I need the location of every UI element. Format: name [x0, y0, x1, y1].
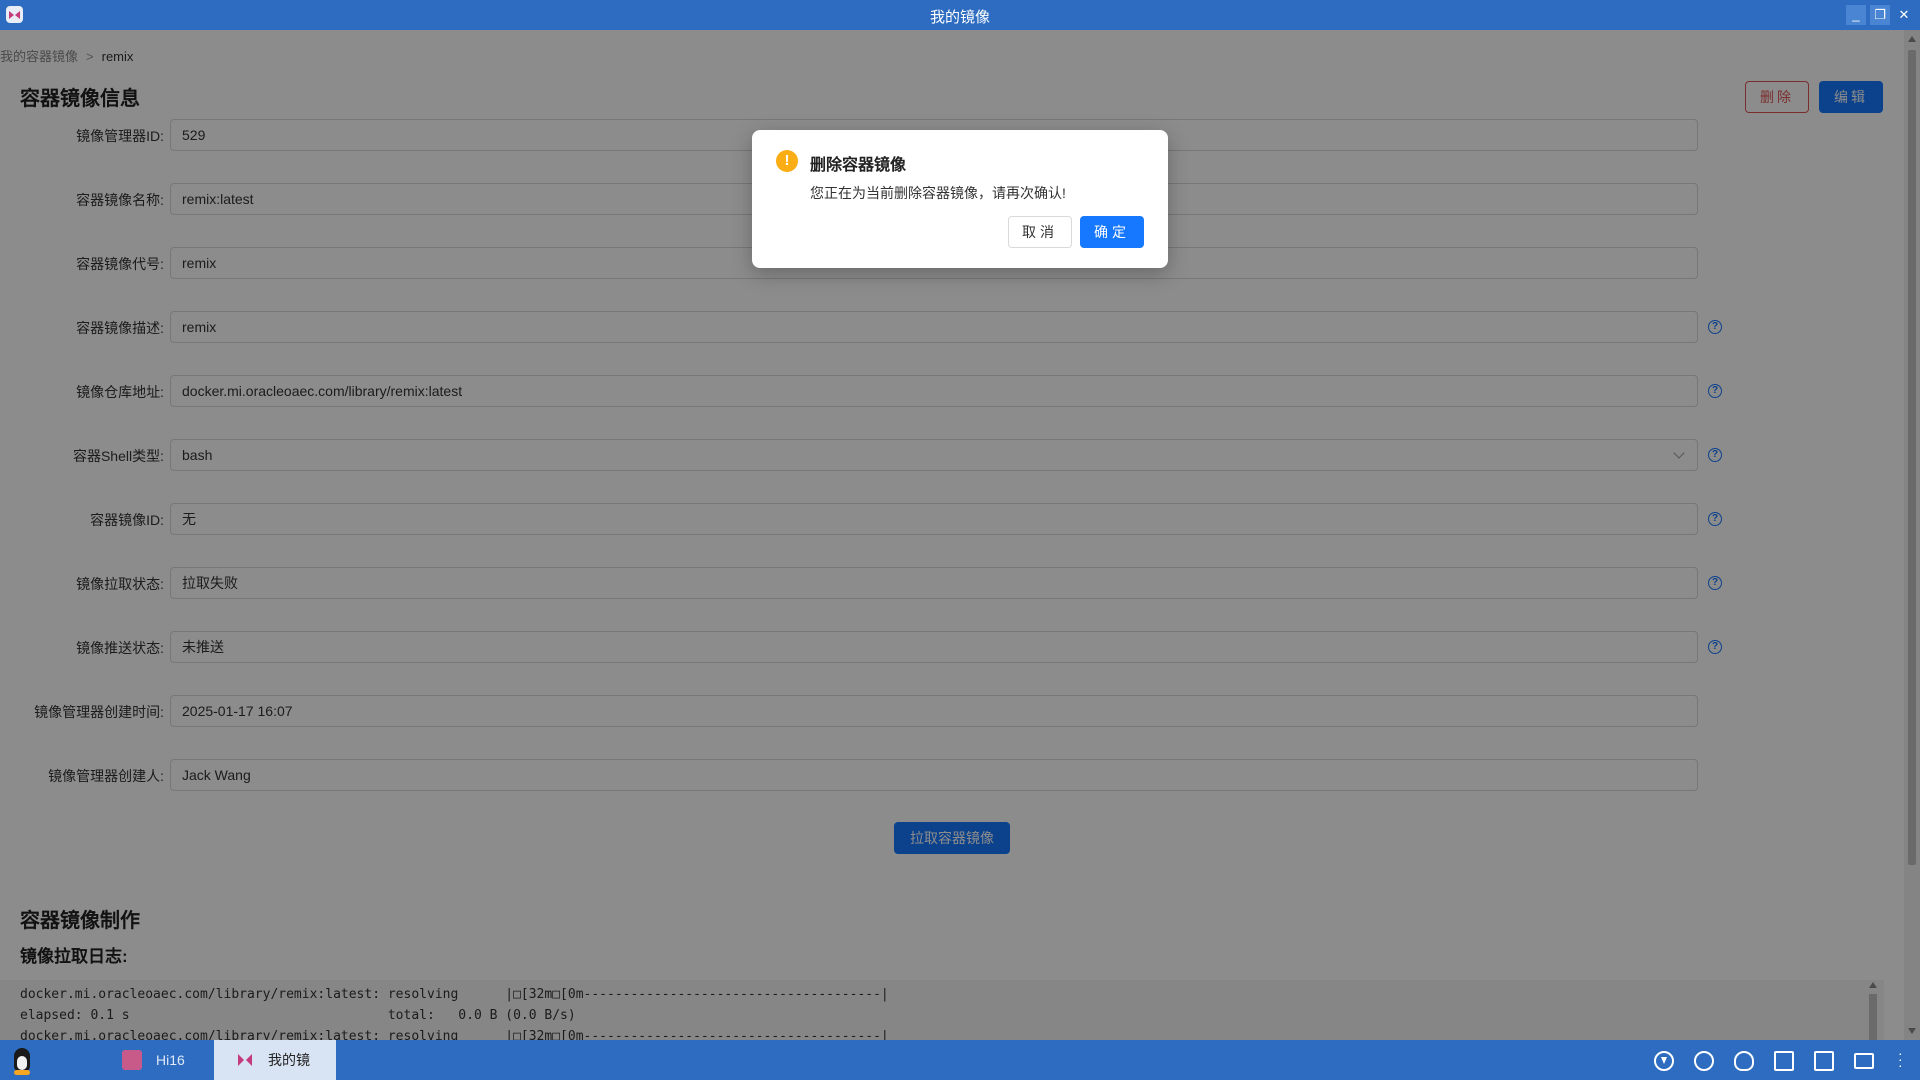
minimize-icon[interactable]: _ — [1846, 5, 1866, 25]
restore-icon[interactable]: ❐ — [1870, 5, 1890, 25]
app-icon — [238, 1054, 252, 1066]
start-menu-icon[interactable] — [6, 1044, 38, 1076]
dialog-message: 您正在为当前删除容器镜像，请再次确认! — [810, 185, 1066, 201]
more-icon[interactable]: · · · — [1898, 1046, 1903, 1072]
confirm-button[interactable]: 确定 — [1080, 216, 1144, 248]
title-bar: 我的镜像 _ ❐ ✕ — [0, 0, 1920, 30]
window-title: 我的镜像 — [929, 9, 990, 26]
taskbar: Hi16 我的镜 · · · — [0, 1040, 1920, 1080]
download-icon[interactable] — [1654, 1051, 1674, 1071]
cancel-button[interactable]: 取消 — [1008, 216, 1072, 248]
close-icon[interactable]: ✕ — [1894, 5, 1914, 25]
wechat-icon[interactable] — [1734, 1051, 1754, 1071]
network-icon[interactable] — [1694, 1051, 1714, 1071]
dialog-title: 删除容器镜像 — [810, 157, 907, 174]
app-icon — [122, 1050, 142, 1070]
document-icon[interactable] — [1774, 1051, 1794, 1071]
taskbar-item-label: Hi16 — [156, 1052, 185, 1068]
confirm-delete-dialog: ! 删除容器镜像 您正在为当前删除容器镜像，请再次确认! 取消 确定 — [752, 130, 1168, 268]
modal-overlay[interactable]: ! 删除容器镜像 您正在为当前删除容器镜像，请再次确认! 取消 确定 — [0, 30, 1920, 1040]
taskbar-item-active[interactable]: 我的镜 — [214, 1040, 336, 1080]
taskbar-item-label: 我的镜 — [268, 1052, 310, 1068]
chat-icon[interactable] — [1814, 1051, 1834, 1071]
warning-icon: ! — [776, 150, 798, 172]
display-icon[interactable] — [1854, 1053, 1874, 1069]
taskbar-item[interactable]: Hi16 — [120, 1040, 214, 1080]
